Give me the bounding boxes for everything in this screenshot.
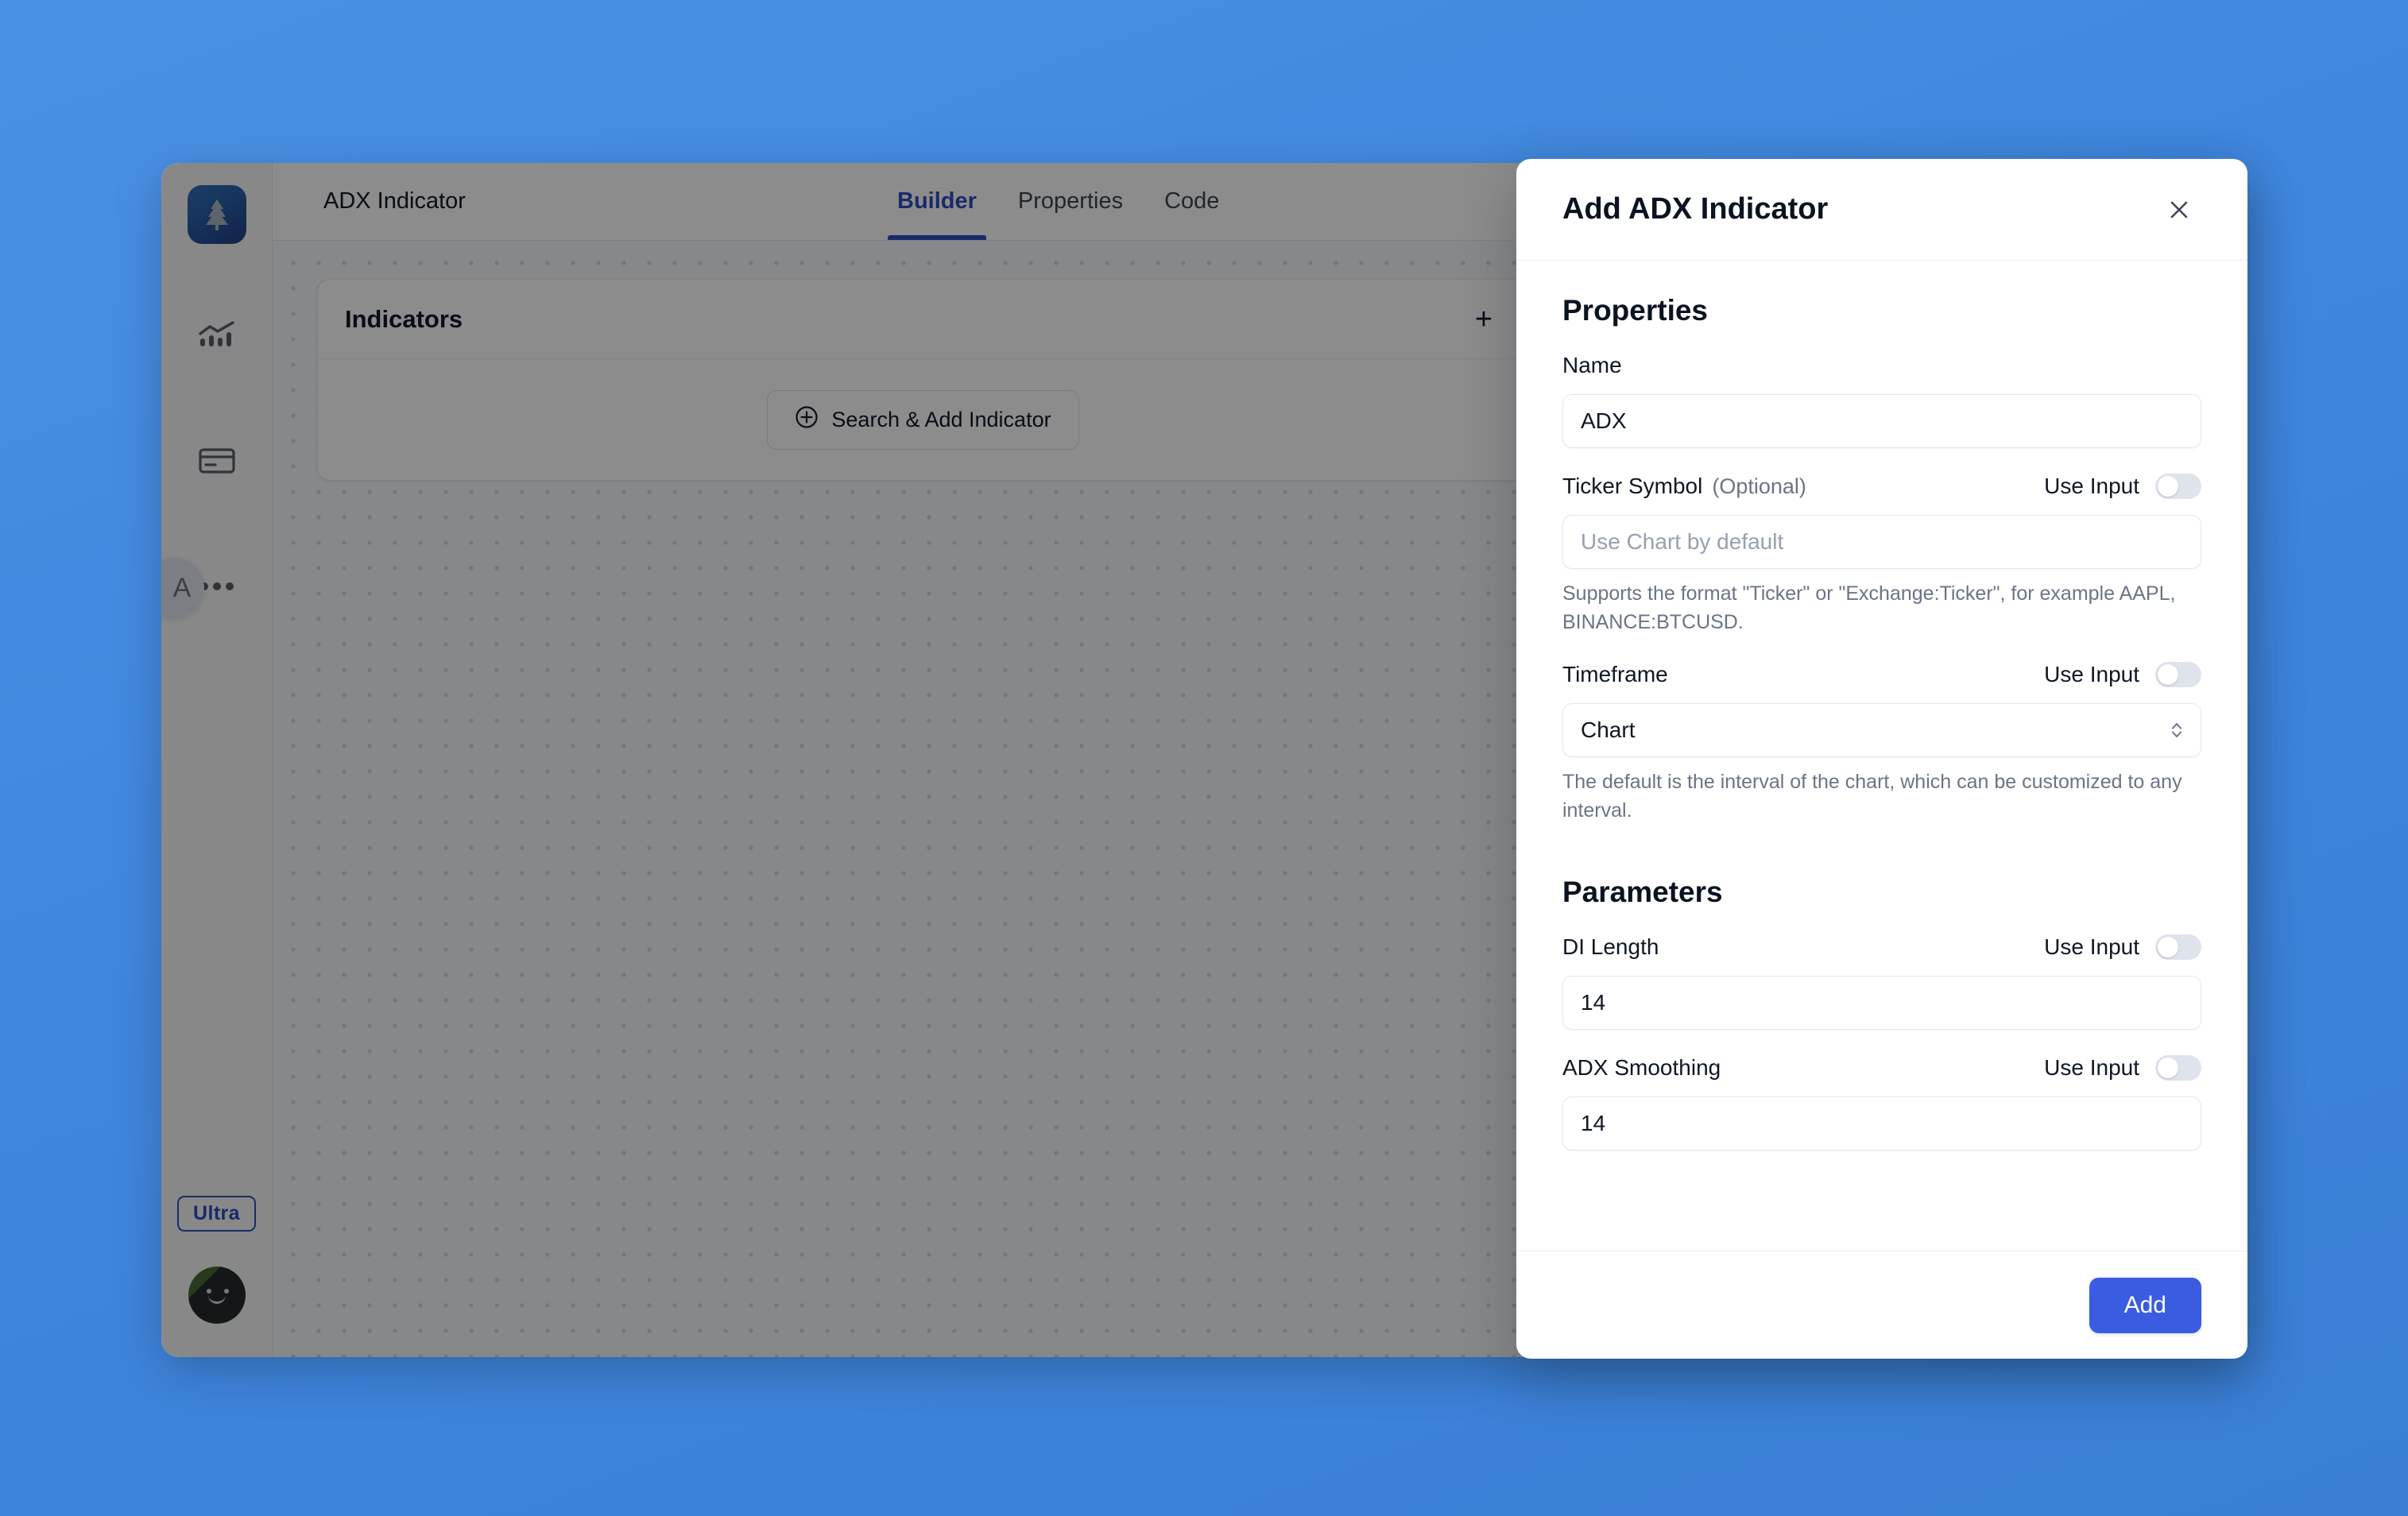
ticker-symbol-optional-text: (Optional) [1712, 474, 1806, 498]
sidebar-item-billing[interactable] [188, 433, 246, 492]
chart-bars-icon [198, 320, 235, 354]
avatar-eye-left [206, 1289, 211, 1294]
di-length-use-input-group: Use Input [2044, 934, 2201, 960]
field-name: Name [1562, 348, 2201, 448]
close-icon[interactable] [2158, 189, 2200, 230]
sidebar-item-charts[interactable] [188, 307, 246, 366]
tab-builder[interactable]: Builder [877, 163, 997, 240]
field-di-length-label: DI Length [1562, 934, 1659, 959]
ticker-symbol-use-input-toggle[interactable] [2155, 474, 2201, 499]
di-length-use-input-toggle[interactable] [2155, 934, 2201, 960]
plus-circle-icon [795, 405, 819, 435]
field-di-length: DI Length Use Input [1562, 930, 2201, 1030]
field-adx-smoothing-label: ADX Smoothing [1562, 1055, 1721, 1080]
adx-smoothing-use-input-toggle[interactable] [2155, 1055, 2201, 1081]
section-title-properties: Properties [1562, 294, 1709, 327]
indicators-card: Indicators + Search & Add Indicator [317, 279, 1529, 481]
ticker-symbol-label-text: Ticker Symbol [1562, 474, 1703, 498]
dialog-body: Properties Name Ticker Symbol (Optional)… [1516, 261, 2247, 1251]
field-timeframe-label: Timeframe [1562, 662, 1668, 686]
tab-bar: Builder Properties Code [877, 163, 1240, 240]
section-title-parameters: Parameters [1562, 876, 1723, 908]
avatar-eye-right [223, 1289, 229, 1294]
credit-card-icon [198, 447, 235, 478]
toggle-knob [2158, 937, 2178, 957]
ticker-symbol-input[interactable] [1562, 515, 2201, 569]
timeframe-use-input-group: Use Input [2044, 662, 2201, 687]
field-di-length-row: DI Length Use Input [1562, 930, 2201, 965]
dialog-header: Add ADX Indicator [1516, 159, 2247, 261]
field-adx-smoothing-row: ADX Smoothing Use Input [1562, 1050, 2201, 1085]
dialog-title: Add ADX Indicator [1562, 192, 1829, 226]
plan-badge-ultra[interactable]: Ultra [177, 1196, 256, 1232]
chevron-updown-icon [2170, 719, 2184, 741]
di-length-input[interactable] [1562, 976, 2201, 1030]
search-and-add-indicator-button[interactable]: Search & Add Indicator [767, 389, 1079, 450]
timeframe-select-wrap: Chart [1562, 703, 2201, 757]
field-timeframe: Timeframe Use Input Chart The default is… [1562, 657, 2201, 825]
page-title: ADX Indicator [323, 188, 466, 214]
ticker-symbol-use-input-label: Use Input [2044, 474, 2139, 498]
add-button[interactable]: Add [2089, 1277, 2201, 1333]
indicators-card-header: Indicators + [318, 280, 1528, 359]
left-icon-rail: Ultra [161, 163, 273, 1357]
tab-properties[interactable]: Properties [997, 163, 1144, 240]
indicators-title: Indicators [345, 304, 463, 333]
toggle-knob [2158, 1058, 2178, 1078]
field-ticker-symbol-row: Ticker Symbol (Optional) Use Input [1562, 469, 2201, 504]
field-adx-smoothing: ADX Smoothing Use Input [1562, 1050, 2201, 1151]
field-name-label: Name [1562, 353, 1622, 377]
search-and-add-indicator-label: Search & Add Indicator [831, 407, 1051, 431]
add-indicator-plus-icon[interactable]: + [1466, 304, 1501, 335]
adx-smoothing-use-input-label: Use Input [2044, 1055, 2139, 1080]
toggle-knob [2158, 476, 2178, 497]
field-ticker-symbol: Ticker Symbol (Optional) Use Input Suppo… [1562, 469, 2201, 636]
timeframe-use-input-toggle[interactable] [2155, 662, 2201, 687]
adx-smoothing-use-input-group: Use Input [2044, 1055, 2201, 1081]
avatar-mouth [207, 1295, 226, 1304]
toggle-knob [2158, 664, 2178, 685]
dialog-footer: Add [1516, 1251, 2247, 1359]
timeframe-use-input-label: Use Input [2044, 662, 2139, 686]
avatar[interactable] [188, 1267, 246, 1324]
timeframe-hint: The default is the interval of the chart… [1562, 771, 2182, 822]
add-indicator-dialog: Add ADX Indicator Properties Name Ticker… [1516, 159, 2247, 1359]
timeframe-selected-value: Chart [1581, 717, 1636, 742]
di-length-use-input-label: Use Input [2044, 934, 2139, 959]
pine-tree-logo-icon[interactable] [187, 185, 246, 244]
name-input[interactable] [1562, 394, 2201, 448]
field-name-row: Name [1562, 348, 2201, 383]
field-timeframe-row: Timeframe Use Input [1562, 657, 2201, 692]
field-ticker-symbol-label: Ticker Symbol (Optional) [1562, 474, 1806, 499]
ticker-symbol-use-input-group: Use Input [2044, 474, 2201, 499]
ticker-symbol-hint: Supports the format "Ticker" or "Exchang… [1562, 582, 2176, 633]
adx-smoothing-input[interactable] [1562, 1096, 2201, 1151]
timeframe-select[interactable]: Chart [1562, 703, 2201, 757]
tab-code[interactable]: Code [1144, 163, 1240, 240]
indicators-card-body: Search & Add Indicator [318, 359, 1528, 480]
